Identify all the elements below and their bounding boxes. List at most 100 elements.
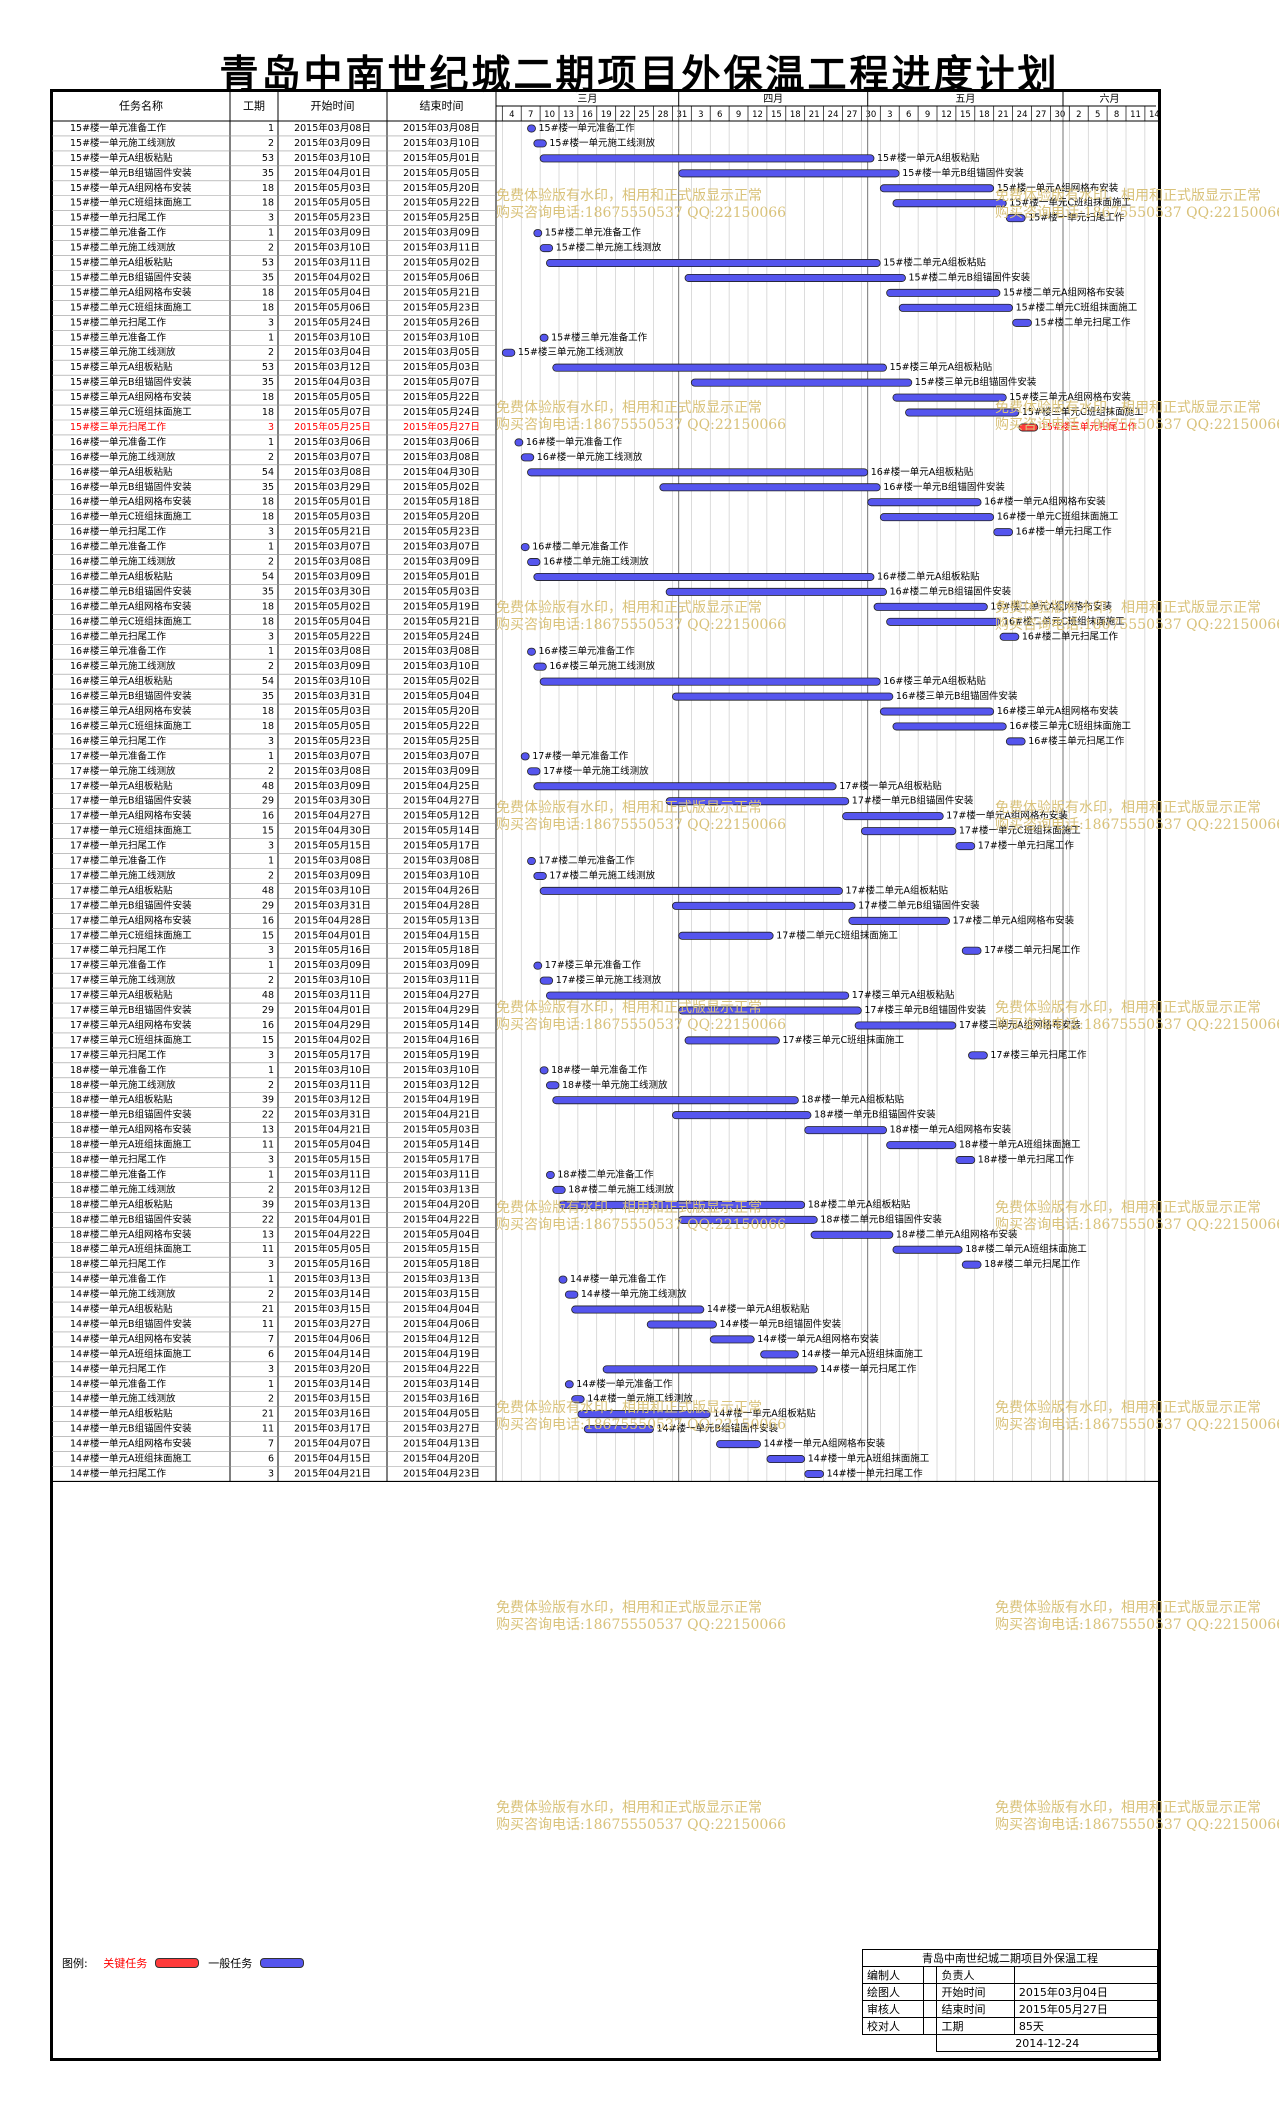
bar-label: 17#楼一单元A组网格布安装 [946, 810, 1068, 822]
day-tick-label: 12 [752, 110, 763, 120]
month-label: 六月 [1100, 93, 1120, 105]
task-duration: 1 [268, 646, 274, 657]
day-tick-label: 27 [847, 110, 858, 120]
bar-label: 17#楼二单元扫尾工作 [984, 944, 1081, 956]
task-duration: 16 [262, 915, 274, 926]
task-start: 2015年04月01日 [294, 167, 371, 179]
task-end: 2015年05月14日 [403, 825, 480, 837]
task-name: 17#楼二单元施工线测放 [70, 869, 176, 881]
task-bar [533, 961, 543, 970]
task-bar [810, 1230, 894, 1239]
task-bar [558, 1200, 806, 1209]
task-end: 2015年03月08日 [403, 122, 480, 134]
task-bar [848, 916, 950, 925]
task-end: 2015年05月27日 [403, 421, 480, 433]
task-start: 2015年05月16日 [294, 1258, 371, 1270]
bar-label: 18#楼二单元A组板粘贴 [808, 1198, 911, 1210]
bar-label: 18#楼一单元准备工作 [551, 1064, 648, 1076]
task-name: 18#楼二单元A组板粘贴 [70, 1198, 173, 1210]
day-tick-label: 6 [717, 110, 722, 120]
task-end: 2015年03月07日 [403, 750, 480, 762]
task-name: 15#楼二单元扫尾工作 [70, 316, 167, 328]
task-name: 17#楼二单元B组锚固件安装 [70, 899, 192, 911]
bar-label: 16#楼三单元A组网格布安装 [997, 705, 1119, 717]
task-end: 2015年05月15日 [403, 1243, 480, 1255]
task-start: 2015年03月09日 [294, 570, 371, 582]
task-name: 17#楼三单元A组板粘贴 [70, 989, 173, 1001]
bar-label: 16#楼一单元扫尾工作 [1016, 526, 1113, 538]
task-start: 2015年03月07日 [294, 750, 371, 762]
task-name: 15#楼二单元C班组抹面施工 [70, 301, 192, 313]
day-tick-label: 11 [1130, 110, 1141, 120]
task-duration: 35 [262, 691, 274, 702]
task-duration: 1 [268, 1169, 274, 1180]
task-duration: 1 [268, 332, 274, 343]
task-duration: 2 [268, 557, 274, 568]
legend-normal-swatch [259, 1958, 304, 1968]
signoff-cell: 开始时间 [936, 1983, 1015, 2001]
task-end: 2015年05月12日 [403, 810, 480, 822]
task-end: 2015年05月18日 [403, 496, 480, 508]
task-start: 2015年03月10日 [294, 1064, 371, 1076]
task-name: 17#楼三单元施工线测放 [70, 974, 176, 986]
bar-label: 15#楼一单元准备工作 [539, 122, 636, 134]
task-start: 2015年05月25日 [294, 421, 371, 433]
task-start: 2015年03月10日 [294, 675, 371, 687]
task-bar [678, 1006, 862, 1015]
task-name: 14#楼一单元A组网格布安装 [70, 1438, 192, 1450]
task-end: 2015年03月09日 [403, 556, 480, 568]
task-start: 2015年05月05日 [294, 391, 371, 403]
task-bar [539, 1066, 549, 1075]
task-end: 2015年05月23日 [403, 526, 480, 538]
task-start: 2015年05月04日 [294, 1139, 371, 1151]
bar-label: 15#楼一单元A组网格布安装 [997, 182, 1119, 194]
signoff-cell [923, 1983, 938, 2001]
task-duration: 2 [268, 1080, 274, 1091]
col-header-start: 开始时间 [311, 99, 355, 113]
task-end: 2015年05月05日 [403, 167, 480, 179]
task-name: 17#楼二单元扫尾工作 [70, 944, 167, 956]
task-end: 2015年05月22日 [403, 391, 480, 403]
task-duration: 35 [262, 482, 274, 493]
task-name: 17#楼一单元准备工作 [70, 750, 167, 762]
task-bar [854, 1021, 957, 1030]
task-bar [690, 378, 913, 387]
task-bar [892, 393, 1007, 402]
task-end: 2015年05月02日 [403, 481, 480, 493]
task-end: 2015年03月10日 [403, 660, 480, 672]
day-tick-label: 31 [676, 110, 687, 120]
task-end: 2015年05月26日 [403, 316, 480, 328]
task-duration: 29 [262, 796, 274, 807]
day-tick-label: 15 [771, 110, 782, 120]
task-end: 2015年04月05日 [403, 1408, 480, 1420]
task-bar [533, 229, 543, 238]
task-start: 2015年05月04日 [294, 286, 371, 298]
task-name: 17#楼一单元A组网格布安装 [70, 810, 192, 822]
bar-label: 14#楼一单元A组网格布安装 [764, 1438, 886, 1450]
task-end: 2015年05月01日 [403, 570, 480, 582]
bar-label: 14#楼一单元准备工作 [576, 1378, 673, 1390]
task-duration: 7 [268, 1334, 274, 1345]
signoff-row: 审核人 结束时间 2015年05月27日 [861, 2000, 1159, 2018]
task-end: 2015年05月22日 [403, 197, 480, 209]
bar-label: 15#楼二单元施工线测放 [556, 242, 662, 254]
task-start: 2015年04月22日 [294, 1228, 371, 1240]
task-end: 2015年03月11日 [403, 242, 480, 254]
task-start: 2015年03月13日 [294, 1273, 371, 1285]
month-label: 四月 [763, 93, 783, 105]
task-start: 2015年03月11日 [294, 989, 371, 1001]
task-start: 2015年05月07日 [294, 406, 371, 418]
task-start: 2015年03月08日 [294, 122, 371, 134]
bar-label: 15#楼三单元A组网格布安装 [1009, 391, 1131, 403]
bar-label: 15#楼一单元A组板粘贴 [877, 152, 980, 164]
task-bar [886, 1141, 957, 1150]
task-name: 14#楼一单元B组锚固件安装 [70, 1318, 192, 1330]
task-duration: 1 [268, 856, 274, 867]
task-end: 2015年05月04日 [403, 690, 480, 702]
bar-label: 17#楼一单元扫尾工作 [978, 840, 1075, 852]
task-bar [886, 617, 1001, 626]
task-bar [527, 857, 536, 866]
bar-label: 17#楼三单元B组锚固件安装 [864, 1004, 986, 1016]
task-duration: 18 [262, 407, 274, 418]
task-bar [684, 273, 906, 282]
